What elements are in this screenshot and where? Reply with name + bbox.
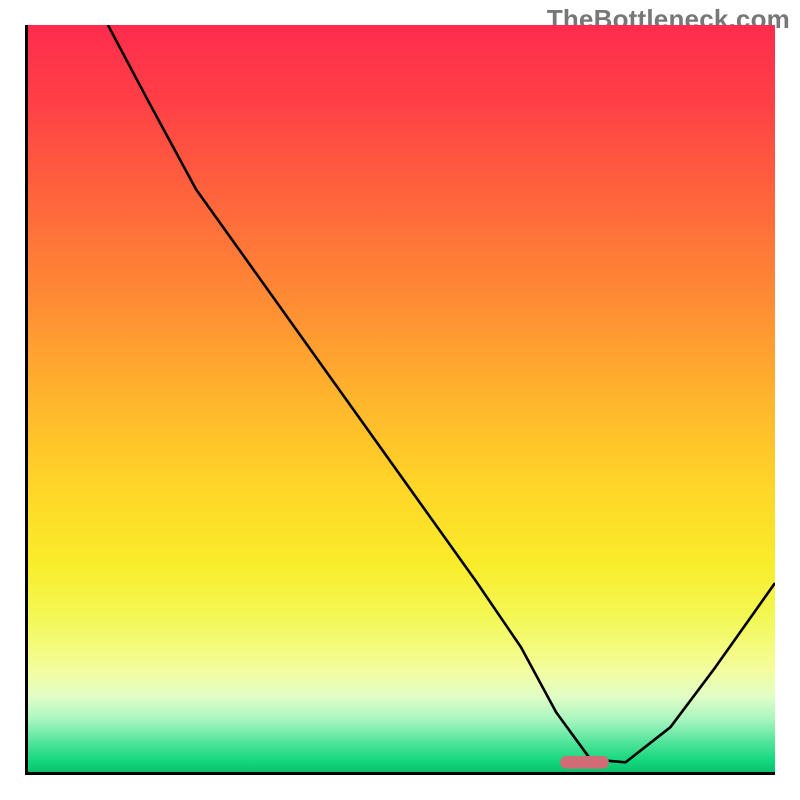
chart-container: TheBottleneck.com [0, 0, 800, 800]
plot-area [25, 25, 775, 775]
bottleneck-curve [108, 25, 775, 762]
optimum-marker [560, 756, 609, 769]
chart-svg [28, 25, 775, 772]
